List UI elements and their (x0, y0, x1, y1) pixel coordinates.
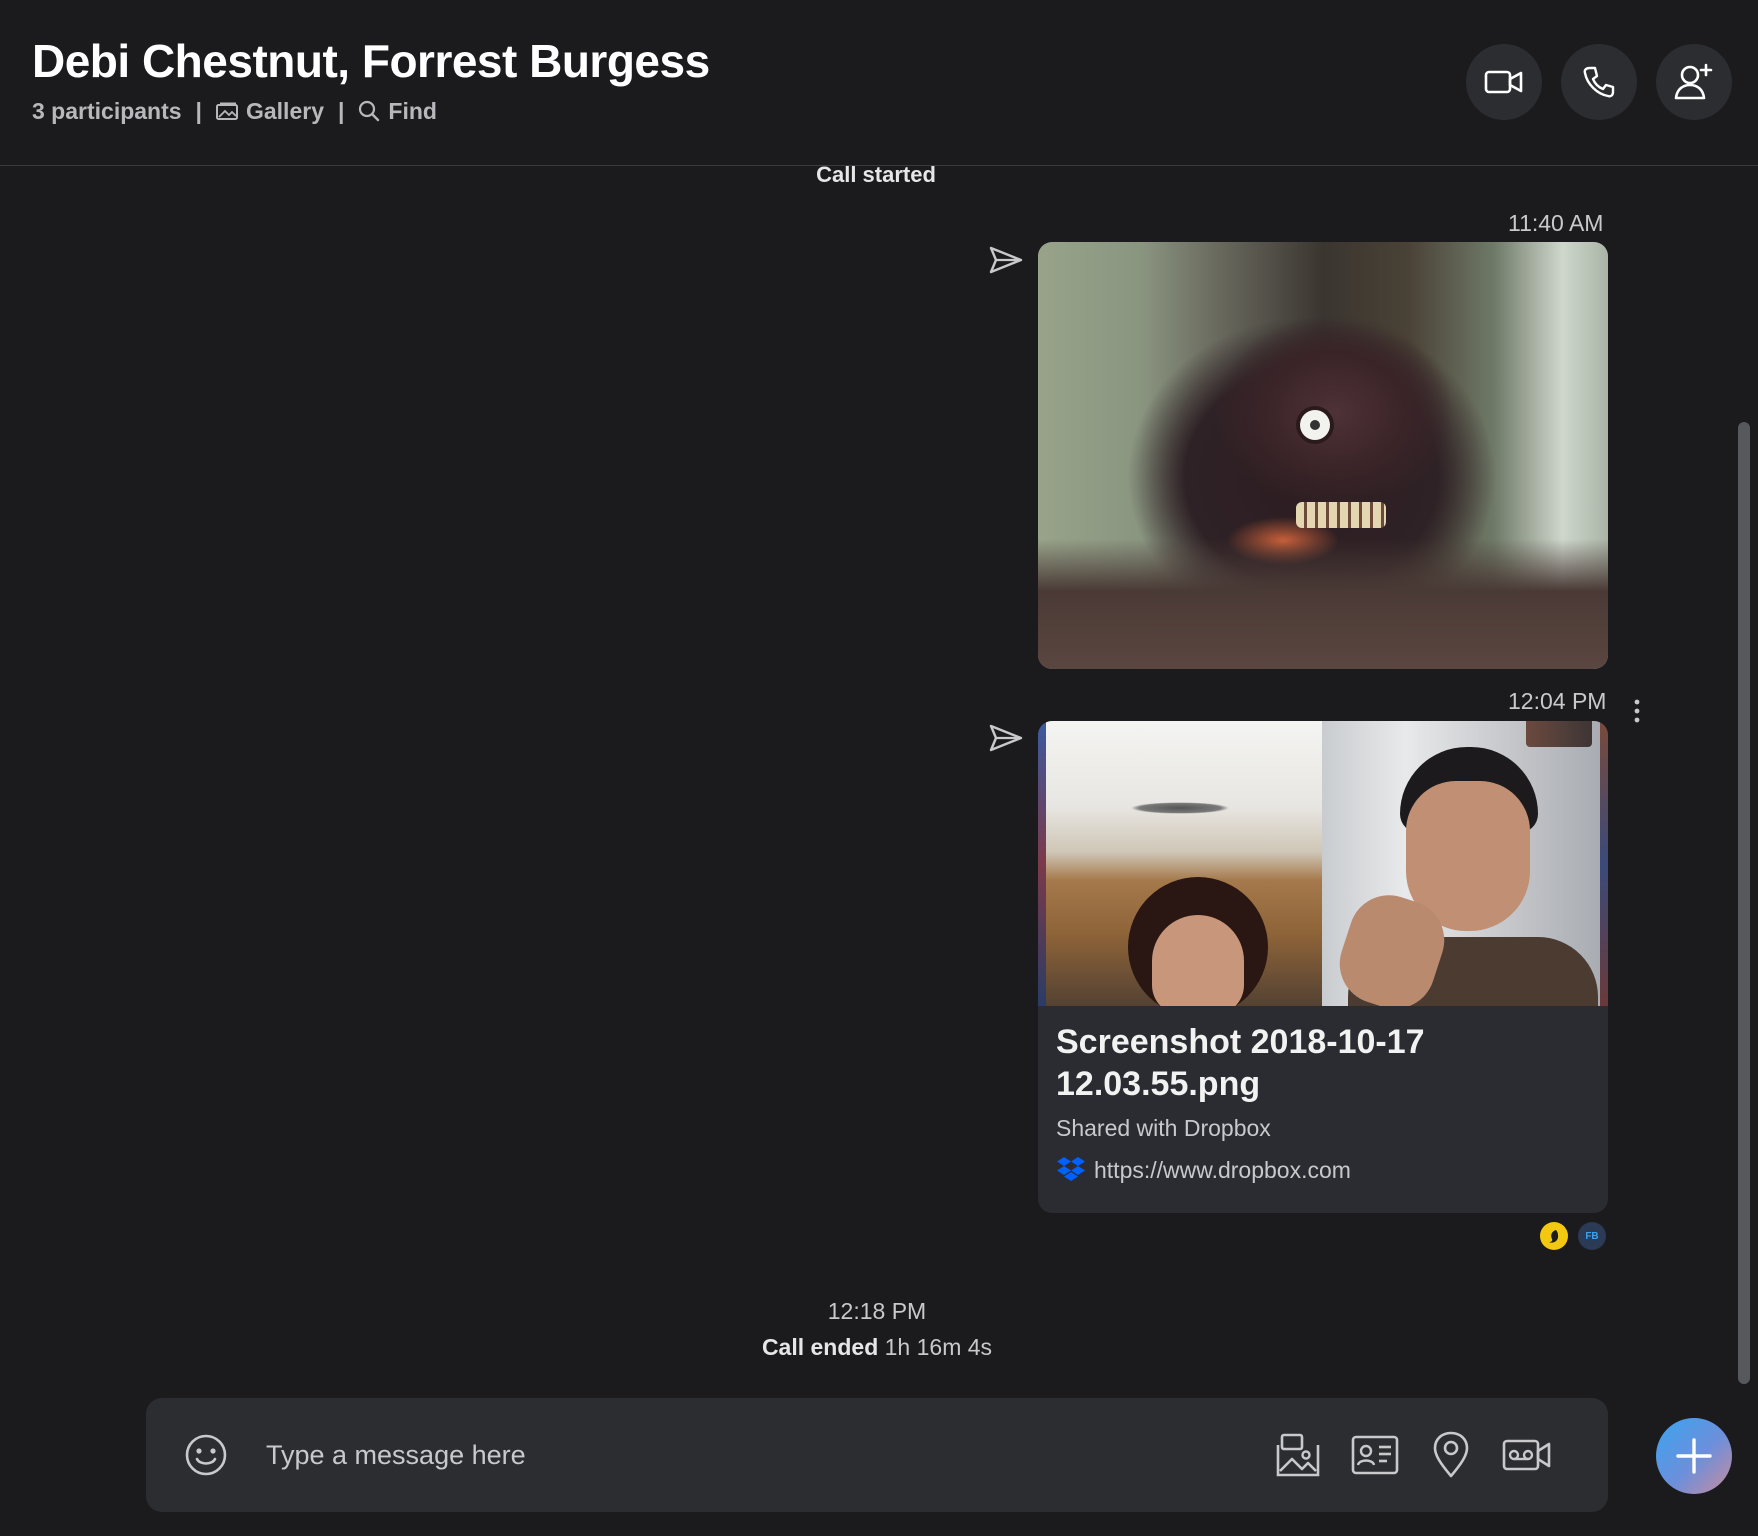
media-icon[interactable] (1272, 1431, 1322, 1479)
image-detail (1112, 799, 1248, 817)
sent-icon (989, 246, 1023, 274)
new-action-button[interactable] (1656, 1418, 1732, 1494)
read-receipt-avatar: FB (1578, 1222, 1606, 1250)
separator: | (337, 97, 345, 124)
image-detail (1296, 502, 1386, 528)
shared-image[interactable] (1038, 242, 1608, 669)
image-detail (1300, 410, 1330, 440)
image-detail (1152, 915, 1244, 1006)
call-ended-label: Call ended (761, 1334, 879, 1360)
link-preview-card[interactable]: Screenshot 2018-10-17 12.03.55.png Share… (1038, 721, 1608, 1213)
shared-with-label: Shared with Dropbox (1056, 1115, 1271, 1141)
emoji-icon[interactable] (184, 1433, 228, 1477)
message-input[interactable] (266, 1428, 1266, 1482)
file-name: Screenshot 2018-10-17 12.03.55.png (1056, 1023, 1425, 1103)
add-person-icon (1674, 63, 1713, 100)
message-composer (146, 1398, 1608, 1512)
message-timestamp: 11:40 AM (1508, 210, 1604, 236)
conversation-title[interactable]: Debi Chestnut, Forrest Burgess (32, 34, 710, 88)
plus-icon (1676, 1438, 1712, 1474)
conversation-subbar: 3 participants | Gallery | Find (32, 96, 437, 126)
read-receipt-avatar (1540, 1222, 1568, 1250)
link-preview-info: Screenshot 2018-10-17 12.03.55.png Share… (1056, 1021, 1596, 1184)
audio-call-button[interactable] (1561, 44, 1637, 120)
link-url: https://www.dropbox.com (1094, 1156, 1351, 1183)
location-pin-icon[interactable] (1426, 1431, 1476, 1479)
message-timestamp: 12:04 PM (1508, 688, 1607, 714)
image-detail (1526, 721, 1592, 747)
sent-icon (989, 724, 1023, 752)
scrollbar-thumb[interactable] (1738, 422, 1750, 1384)
gallery-label: Gallery (245, 97, 324, 124)
call-ended-row: Call ended 1h 16m 4s (720, 1334, 1034, 1361)
call-end-timestamp: 12:18 PM (827, 1298, 927, 1324)
video-message-icon[interactable] (1502, 1431, 1552, 1479)
more-options-icon[interactable] (1632, 698, 1642, 724)
link-preview-image (1038, 721, 1608, 1006)
call-duration: 1h 16m 4s (884, 1334, 993, 1360)
video-call-button[interactable] (1466, 44, 1542, 120)
phone-icon (1583, 66, 1615, 98)
participants-link[interactable]: 3 participants (32, 98, 182, 125)
gallery-link[interactable]: Gallery (215, 97, 324, 125)
dropbox-icon (1057, 1157, 1085, 1181)
link-url-row[interactable]: https://www.dropbox.com (1056, 1156, 1596, 1184)
image-edge (1600, 721, 1608, 1006)
find-link[interactable]: Find (358, 98, 437, 125)
add-participant-button[interactable] (1656, 44, 1732, 120)
gallery-icon (215, 102, 238, 120)
contact-card-icon[interactable] (1350, 1431, 1400, 1479)
search-icon (359, 100, 380, 122)
call-started-label: Call started (816, 162, 936, 187)
chat-header: Debi Chestnut, Forrest Burgess 3 partici… (0, 0, 1758, 166)
image-floor (1038, 539, 1608, 669)
image-edge (1038, 721, 1046, 1006)
separator: | (195, 97, 202, 124)
video-camera-icon (1484, 70, 1523, 94)
moon-icon (1549, 1230, 1559, 1243)
find-label: Find (388, 97, 437, 124)
